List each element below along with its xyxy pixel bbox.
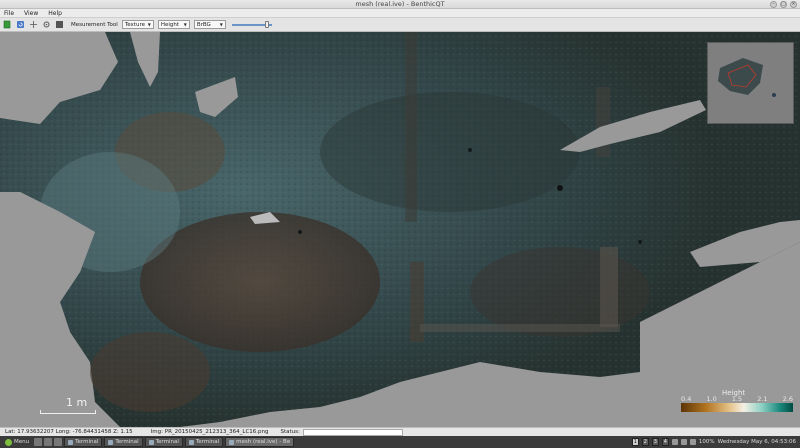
task-benthicqt[interactable]: mesh (real.ive) - Be xyxy=(225,437,295,447)
legend-tick: 2.6 xyxy=(782,395,793,403)
task-label: mesh (real.ive) - Be xyxy=(236,439,291,445)
terminal-icon xyxy=(148,439,154,445)
legend-tick: 0.4 xyxy=(681,395,692,403)
menu-bar: File View Help xyxy=(0,9,800,18)
menu-help[interactable]: Help xyxy=(48,10,62,17)
task-terminal[interactable]: Terminal xyxy=(64,437,103,447)
window-title: mesh (real.ive) - BenthicQT xyxy=(355,0,445,8)
menu-file[interactable]: File xyxy=(4,10,14,17)
task-terminal[interactable]: Terminal xyxy=(184,437,224,447)
chevron-down-icon: ▼ xyxy=(147,22,151,27)
minimize-button[interactable]: – xyxy=(770,1,777,8)
terminal-icon xyxy=(68,439,74,445)
status-field xyxy=(302,428,403,436)
texture-select-value: Texture xyxy=(124,21,145,28)
minimap[interactable] xyxy=(707,42,794,124)
wall-structure xyxy=(405,32,417,222)
network-icon[interactable] xyxy=(671,439,678,445)
app-icon xyxy=(229,439,235,445)
dark-spot xyxy=(557,185,563,191)
terminal-icon xyxy=(188,439,194,445)
sediment-patch xyxy=(90,332,210,412)
close-button[interactable]: × xyxy=(790,1,797,8)
wall-structure xyxy=(600,247,618,327)
height-select[interactable]: Height ▼ xyxy=(157,20,190,29)
measurement-tool-label: Mesurement Tool xyxy=(71,21,118,28)
scale-bar xyxy=(40,410,96,414)
height-select-value: Height xyxy=(160,21,180,28)
legend-tick: 1.5 xyxy=(731,395,743,403)
texture-select[interactable]: Texture ▼ xyxy=(121,20,154,29)
gear-icon[interactable] xyxy=(42,20,51,29)
battery-level: 100% xyxy=(698,439,715,445)
task-label: Terminal xyxy=(115,439,139,445)
chevron-down-icon: ▼ xyxy=(219,22,223,27)
task-label: Terminal xyxy=(75,439,99,445)
legend-ticks: 0.4 1.0 1.5 2.1 2.6 xyxy=(681,395,793,403)
maximize-button[interactable]: □ xyxy=(780,1,787,8)
reload-icon[interactable] xyxy=(16,20,25,29)
minimap-render xyxy=(708,43,793,123)
title-bar: mesh (real.ive) - BenthicQT – □ × xyxy=(0,0,800,9)
crosshair-icon[interactable] xyxy=(29,20,38,29)
image-name: Img: PR_20150425_212313_364_LC16.png xyxy=(150,429,269,435)
layers-icon[interactable] xyxy=(55,20,64,29)
status-label: Status: xyxy=(280,429,300,435)
terminal-icon xyxy=(108,439,114,445)
colormap-select[interactable]: BrBG ▼ xyxy=(193,20,226,29)
dark-spot xyxy=(638,240,642,244)
menu-view[interactable]: View xyxy=(24,10,38,17)
workspace-1[interactable]: 1 xyxy=(631,438,639,446)
browser-icon[interactable] xyxy=(44,438,53,446)
task-label: Terminal xyxy=(195,439,220,445)
wall-structure xyxy=(420,324,620,332)
task-terminal[interactable]: Terminal xyxy=(144,437,183,447)
open-folder-icon[interactable] xyxy=(3,20,12,29)
mesh-viewport[interactable] xyxy=(0,32,800,427)
sediment-patch xyxy=(470,247,650,337)
scale-bar-label: 1 m xyxy=(66,396,88,409)
opacity-slider[interactable] xyxy=(231,20,272,29)
legend-tick: 2.1 xyxy=(757,395,768,403)
volume-icon[interactable] xyxy=(680,439,687,445)
clock[interactable]: Wednesday May 6, 04:53:06 xyxy=(718,439,796,445)
workspace-2[interactable]: 2 xyxy=(641,438,649,446)
coords-readout: Lat: 17.93632207 Long: -76.84431458 Z: 1… xyxy=(5,429,133,435)
dark-spot xyxy=(468,148,472,152)
slider-handle[interactable] xyxy=(264,21,269,28)
workspace-4[interactable]: 4 xyxy=(661,438,669,446)
legend-tick: 1.0 xyxy=(706,395,717,403)
mesh-render xyxy=(0,32,800,427)
terminal-launcher-icon[interactable] xyxy=(54,438,63,446)
dark-spot xyxy=(298,230,302,234)
taskbar: Menu Terminal Terminal Terminal Terminal… xyxy=(0,436,800,448)
workspace-3[interactable]: 3 xyxy=(651,438,659,446)
start-menu-label: Menu xyxy=(14,439,30,445)
battery-icon[interactable] xyxy=(689,439,696,445)
status-bar: Lat: 17.93632207 Long: -76.84431458 Z: 1… xyxy=(0,427,800,436)
system-tray: 1 2 3 4 100% Wednesday May 6, 04:53:06 xyxy=(631,438,800,446)
dark-patch xyxy=(320,92,580,212)
colormap-select-value: BrBG xyxy=(196,21,211,28)
task-terminal[interactable]: Terminal xyxy=(104,437,143,447)
window-controls: – □ × xyxy=(770,1,797,8)
mint-logo-icon xyxy=(5,438,12,446)
chevron-down-icon: ▼ xyxy=(183,22,187,27)
minimap-marker xyxy=(772,93,776,97)
toolbar: Mesurement Tool Texture ▼ Height ▼ BrBG ▼ xyxy=(0,18,800,32)
start-menu-button[interactable]: Menu xyxy=(2,438,32,446)
sediment-patch xyxy=(140,212,380,352)
show-desktop-icon[interactable] xyxy=(34,438,43,446)
task-label: Terminal xyxy=(155,439,179,445)
height-colorbar xyxy=(681,403,793,412)
